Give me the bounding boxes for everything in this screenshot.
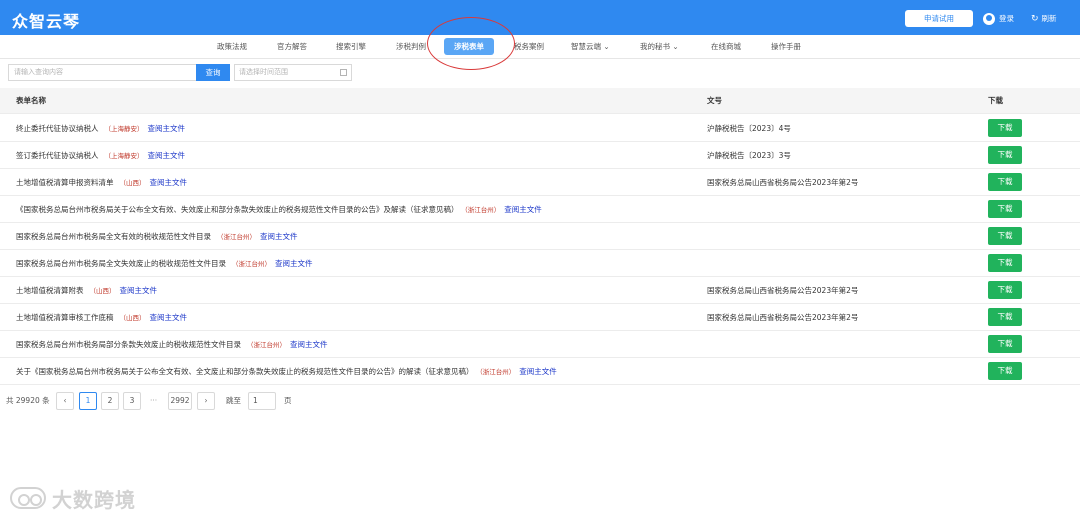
login-button[interactable]: 登录	[983, 10, 1014, 27]
refresh-icon: ↻	[1031, 14, 1039, 24]
nav-user-manual[interactable]: 操作手册	[771, 35, 801, 59]
table-row: 土地增值税清算申报资料清单 （山西） 查阅主文件 国家税务总局山西省税务局公告202…	[0, 169, 1080, 196]
region-tag: （浙江台州）	[479, 368, 516, 376]
download-button[interactable]: 下载	[988, 335, 1022, 353]
form-name[interactable]: 国家税务总局台州市税务局全文有效的税收规范性文件目录	[16, 232, 211, 241]
form-name[interactable]: 土地增值税清算审核工作底稿	[16, 313, 114, 322]
watermark-logo-icon	[10, 487, 46, 509]
column-header-doc-number: 文号	[707, 96, 722, 105]
view-main-file-link[interactable]: 查阅主文件	[519, 367, 557, 376]
table-row: 终止委托代征协议纳税人 （上海静安） 查阅主文件 沪静税税告〔2023〕4号 下载	[0, 115, 1080, 142]
region-tag: （浙江台州）	[217, 233, 256, 241]
user-avatar-icon	[983, 12, 995, 25]
view-main-file-link[interactable]: 查阅主文件	[290, 340, 328, 349]
date-range-placeholder: 请选择时间范围	[239, 68, 288, 76]
nav-tax-cases[interactable]: 税务案例	[514, 35, 544, 59]
refresh-button[interactable]: ↻ 刷新	[1031, 10, 1057, 27]
refresh-label: 刷新	[1041, 14, 1057, 23]
form-name[interactable]: 签订委托代征协议纳税人	[16, 151, 99, 160]
download-button[interactable]: 下载	[988, 227, 1022, 245]
page-button-3[interactable]: 3	[123, 392, 141, 410]
page-button-1[interactable]: 1	[79, 392, 97, 410]
column-header-download: 下载	[988, 96, 1003, 105]
nav-smart-cloud[interactable]: 智慧云端 ⌄	[571, 35, 610, 59]
table-row: 《国家税务总局台州市税务局关于公布全文有效、失效废止和部分条款失效废止的税务规范…	[0, 196, 1080, 223]
apply-trial-button[interactable]: 申请试用	[905, 10, 973, 27]
region-tag: （浙江台州）	[464, 206, 501, 214]
download-button[interactable]: 下载	[988, 308, 1022, 326]
next-page-button[interactable]: ›	[197, 392, 215, 410]
column-header-form-name: 表单名称	[16, 96, 46, 105]
table-row: 关于《国家税务总局台州市税务局关于公布全文有效、全文废止和部分条款失效废止的税务…	[0, 358, 1080, 385]
page-button-2[interactable]: 2	[101, 392, 119, 410]
region-tag: （浙江台州）	[247, 341, 286, 349]
nav-search-engine[interactable]: 搜索引擎	[336, 35, 366, 59]
doc-number: 国家税务总局山西省税务局公告2023年第2号	[707, 313, 859, 322]
calendar-icon	[340, 69, 347, 76]
region-tag: （山西）	[119, 314, 146, 322]
download-button[interactable]: 下载	[988, 173, 1022, 191]
nav-official-answers[interactable]: 官方解答	[277, 35, 307, 59]
region-tag: （山西）	[119, 179, 146, 187]
goto-label: 跳至	[226, 396, 241, 405]
region-tag: （上海静安）	[104, 125, 144, 133]
form-name[interactable]: 土地增值税清算附表	[16, 286, 84, 295]
doc-number: 沪静税税告〔2023〕3号	[707, 151, 791, 160]
table-row: 国家税务总局台州市税务局全文失效废止的税收规范性文件目录 （浙江台州） 查阅主文件 …	[0, 250, 1080, 277]
form-name[interactable]: 国家税务总局台州市税务局全文失效废止的税收规范性文件目录	[16, 259, 226, 268]
app-logo[interactable]: 众智云琴	[12, 8, 80, 32]
nav-tax-cases-judgments[interactable]: 涉税判例	[396, 35, 426, 59]
form-name[interactable]: 关于《国家税务总局台州市税务局关于公布全文有效、全文废止和部分条款失效废止的税务…	[16, 367, 474, 376]
pagination-ellipsis: ···	[150, 396, 158, 405]
search-button[interactable]: 查询	[196, 64, 230, 81]
form-name[interactable]: 《国家税务总局台州市税务局关于公布全文有效、失效废止和部分条款失效废止的税务规范…	[16, 205, 459, 214]
view-main-file-link[interactable]: 查阅主文件	[260, 232, 298, 241]
view-main-file-link[interactable]: 查阅主文件	[148, 151, 186, 160]
prev-page-button[interactable]: ‹	[56, 392, 74, 410]
download-button[interactable]: 下载	[988, 200, 1022, 218]
doc-number: 国家税务总局山西省税务局公告2023年第2号	[707, 178, 859, 187]
goto-page-input[interactable]: 1	[248, 392, 276, 410]
form-name[interactable]: 土地增值税清算申报资料清单	[16, 178, 114, 187]
view-main-file-link[interactable]: 查阅主文件	[120, 286, 158, 295]
download-button[interactable]: 下载	[988, 281, 1022, 299]
download-button[interactable]: 下载	[988, 362, 1022, 380]
page-suffix: 页	[284, 396, 292, 405]
nav-my-secretary[interactable]: 我的秘书 ⌄	[640, 35, 679, 59]
view-main-file-link[interactable]: 查阅主文件	[275, 259, 313, 268]
date-range-picker[interactable]: 请选择时间范围	[234, 64, 352, 81]
table-row: 国家税务总局台州市税务局全文有效的税收规范性文件目录 （浙江台州） 查阅主文件 下载	[0, 223, 1080, 250]
annotation-circle	[427, 17, 515, 70]
region-tag: （山西）	[89, 287, 116, 295]
login-label: 登录	[999, 14, 1014, 23]
nav-policy-regulations[interactable]: 政策法规	[217, 35, 247, 59]
doc-number: 国家税务总局山西省税务局公告2023年第2号	[707, 286, 859, 295]
region-tag: （上海静安）	[104, 152, 144, 160]
search-input[interactable]: 请输入查询内容	[8, 64, 196, 81]
nav-online-store[interactable]: 在线商城	[711, 35, 741, 59]
region-tag: （浙江台州）	[232, 260, 271, 268]
watermark-text: 大数跨境	[52, 487, 136, 512]
table-row: 签订委托代征协议纳税人 （上海静安） 查阅主文件 沪静税税告〔2023〕3号 下载	[0, 142, 1080, 169]
form-name[interactable]: 终止委托代征协议纳税人	[16, 124, 99, 133]
watermark: 大数跨境	[10, 485, 136, 512]
download-button[interactable]: 下载	[988, 119, 1022, 137]
table-header: 表单名称 文号 下载	[0, 88, 1080, 114]
view-main-file-link[interactable]: 查阅主文件	[150, 313, 188, 322]
table-row: 国家税务总局台州市税务局部分条款失效废止的税收规范性文件目录 （浙江台州） 查阅主文…	[0, 331, 1080, 358]
download-button[interactable]: 下载	[988, 146, 1022, 164]
view-main-file-link[interactable]: 查阅主文件	[504, 205, 542, 214]
table-row: 土地增值税清算附表 （山西） 查阅主文件 国家税务总局山西省税务局公告2023年第2…	[0, 277, 1080, 304]
view-main-file-link[interactable]: 查阅主文件	[148, 124, 186, 133]
top-bar: 众智云琴 申请试用 登录 ↻ 刷新	[0, 0, 1080, 35]
main-nav: 政策法规 官方解答 搜索引擎 涉税判例 涉税表单 税务案例 智慧云端 ⌄ 我的秘…	[0, 35, 1080, 59]
table-row: 土地增值税清算审核工作底稿 （山西） 查阅主文件 国家税务总局山西省税务局公告202…	[0, 304, 1080, 331]
total-count: 共 29920 条	[6, 396, 50, 405]
form-name[interactable]: 国家税务总局台州市税务局部分条款失效废止的税收规范性文件目录	[16, 340, 241, 349]
download-button[interactable]: 下载	[988, 254, 1022, 272]
page-button-last[interactable]: 2992	[168, 392, 192, 410]
doc-number: 沪静税税告〔2023〕4号	[707, 124, 791, 133]
view-main-file-link[interactable]: 查阅主文件	[150, 178, 188, 187]
